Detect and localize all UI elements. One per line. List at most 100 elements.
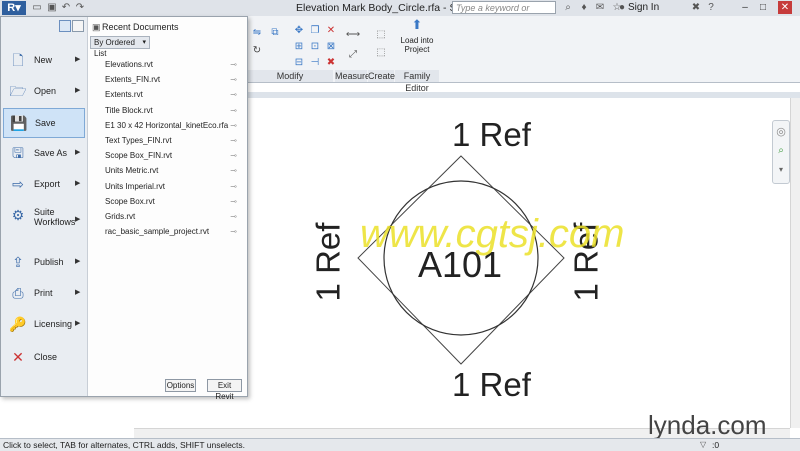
recent-document-item[interactable]: Grids.rvt ⊸	[105, 209, 241, 224]
pin-icon[interactable]: ⊸	[230, 224, 237, 239]
help-icon[interactable]: ?	[705, 2, 717, 13]
window-title: Elevation Mark Body_Circle.rfa - She...	[296, 2, 477, 14]
load-into-project-icon[interactable]: ⬆	[409, 18, 425, 34]
recent-document-item[interactable]: Scope Box_FIN.rvt ⊸	[105, 148, 241, 163]
create-group-icon[interactable]: ⬚	[374, 30, 388, 40]
binoculars-icon[interactable]: ⌕	[562, 2, 574, 13]
options-button[interactable]: Options	[165, 379, 196, 392]
exit-revit-button[interactable]: Exit Revit	[207, 379, 242, 401]
mirror-icon[interactable]: ⊠	[325, 42, 337, 52]
filter-icon[interactable]: ▽	[700, 439, 706, 451]
pin-icon[interactable]: ✖	[325, 58, 337, 68]
redo-icon[interactable]: ↷	[74, 2, 86, 13]
pin-icon[interactable]: ⊸	[230, 72, 237, 87]
pin-icon[interactable]: ⊸	[230, 179, 237, 194]
pin-icon[interactable]: ⊸	[230, 103, 237, 118]
recent-documents-icon[interactable]	[59, 20, 71, 32]
zoom-icon[interactable]: ⌕	[774, 145, 788, 156]
chevron-down-icon: ▾	[142, 39, 146, 46]
array-icon[interactable]: ⊞	[293, 42, 305, 52]
offset-icon[interactable]: ⧉	[269, 28, 281, 38]
revit-app-button[interactable]: R▾	[2, 1, 26, 15]
status-text: Click to select, TAB for alternates, CTR…	[3, 440, 246, 450]
split-icon[interactable]: ⊣	[309, 58, 321, 68]
pin-icon[interactable]: ⊸	[230, 209, 237, 224]
menu-item-publish[interactable]: ⇪ Publish ▶	[3, 248, 85, 278]
recent-document-name: E1 30 x 42 Horizontal_kinetEco.rfa	[105, 120, 229, 130]
recent-document-name: rac_basic_sample_project.rvt	[105, 227, 210, 237]
move-icon[interactable]: ✥	[293, 26, 305, 36]
sign-in-link[interactable]: Sign In	[628, 2, 659, 13]
recent-document-item[interactable]: Extents.rvt ⊸	[105, 87, 241, 102]
load-into-project-button[interactable]: Load into Project	[397, 36, 437, 54]
menu-item-label: Save As	[34, 148, 68, 158]
recent-documents-title: Recent Documents	[102, 22, 179, 32]
menu-item-new[interactable]: 🗋 New ▶	[3, 46, 85, 76]
pin-icon[interactable]: ⊸	[230, 57, 237, 72]
rotate-icon[interactable]: ↻	[251, 46, 263, 56]
recent-document-item[interactable]: E1 30 x 42 Horizontal_kinetEco.rfa ⊸	[105, 118, 241, 133]
copy-icon[interactable]: ❐	[309, 26, 321, 36]
workflow-icon: ⚙	[11, 207, 25, 223]
recent-document-item[interactable]: Elevations.rvt ⊸	[105, 57, 241, 72]
chevron-right-icon: ▶	[75, 180, 81, 187]
recent-document-item[interactable]: Extents_FIN.rvt ⊸	[105, 72, 241, 87]
pin-icon[interactable]: ⊸	[230, 194, 237, 209]
recent-document-name: Scope Box_FIN.rvt	[105, 151, 173, 161]
create-similar-icon[interactable]: ⬚	[374, 48, 388, 58]
menu-item-print[interactable]: ⎙ Print ▶	[3, 279, 85, 309]
measure-icon[interactable]: ⟷	[343, 30, 363, 40]
pin-icon[interactable]: ⊸	[230, 148, 237, 163]
save-as-icon: 🖫	[12, 145, 24, 161]
subscription-icon[interactable]: ♦	[578, 2, 590, 13]
open-icon[interactable]: ▭	[31, 2, 43, 13]
save-icon: 💾	[10, 115, 28, 131]
search-input[interactable]: Type a keyword or phrase	[452, 1, 556, 26]
minimize-button[interactable]: –	[738, 1, 752, 14]
recent-document-name: Text Types_FIN.rvt	[105, 135, 172, 145]
close-window-button[interactable]: ✕	[778, 1, 792, 14]
ref-label-top: 1 Ref	[452, 116, 531, 153]
trim-icon[interactable]: ⊟	[293, 58, 305, 68]
pin-icon[interactable]: ⊸	[230, 133, 237, 148]
recent-document-item[interactable]: Units Imperial.rvt ⊸	[105, 179, 241, 194]
menu-item-label: Licensing	[34, 319, 73, 329]
communication-icon[interactable]: ✉	[594, 2, 606, 13]
dimension-icon[interactable]: ⤢	[343, 50, 363, 60]
delete-icon[interactable]: ✕	[325, 26, 337, 36]
undo-icon[interactable]: ↶	[60, 2, 72, 13]
export-icon: ⇨	[12, 176, 24, 192]
scale-icon[interactable]: ⊡	[309, 42, 321, 52]
steering-wheel-icon[interactable]: ◎	[774, 125, 788, 138]
vertical-scrollbar[interactable]	[790, 98, 800, 428]
menu-item-label: Open	[34, 86, 57, 96]
chevron-right-icon: ▶	[75, 289, 81, 296]
open-documents-icon[interactable]	[72, 20, 84, 32]
pin-icon[interactable]: ⊸	[230, 87, 237, 102]
menu-item-save-as[interactable]: 🖫 Save As ▶	[3, 139, 85, 169]
menu-item-save[interactable]: 💾 Save	[3, 108, 85, 138]
align-icon[interactable]: ⇋	[251, 28, 263, 38]
save-icon[interactable]: ▣	[46, 2, 58, 13]
menu-item-open[interactable]: 🗁 Open ▶	[3, 77, 85, 107]
recent-document-item[interactable]: Title Block.rvt ⊸	[105, 103, 241, 118]
menu-item-export[interactable]: ⇨ Export ▶	[3, 170, 85, 200]
chevron-right-icon: ▶	[75, 258, 81, 265]
recent-document-item[interactable]: Scope Box.rvt ⊸	[105, 194, 241, 209]
pin-icon[interactable]: ⊸	[230, 163, 237, 178]
menu-item-licensing[interactable]: 🔑 Licensing ▶	[3, 310, 85, 340]
chevron-right-icon: ▶	[75, 149, 81, 156]
exchange-icon[interactable]: ✖	[690, 2, 702, 13]
chevron-right-icon: ▶	[75, 56, 81, 63]
chevron-down-icon[interactable]: ▾	[774, 165, 788, 174]
pin-icon[interactable]: ⊸	[230, 118, 237, 133]
recent-document-name: Grids.rvt	[105, 211, 136, 221]
recent-document-item[interactable]: Units Metric.rvt ⊸	[105, 163, 241, 178]
menu-item-suite-workflows[interactable]: ⚙ Suite Workflows ▶	[3, 201, 85, 241]
recent-document-item[interactable]: Text Types_FIN.rvt ⊸	[105, 133, 241, 148]
menu-item-close[interactable]: ✕ Close	[3, 343, 85, 373]
recent-document-item[interactable]: rac_basic_sample_project.rvt ⊸	[105, 224, 241, 239]
order-dropdown[interactable]: By Ordered List ▾	[90, 36, 150, 58]
chevron-right-icon: ▶	[75, 87, 81, 94]
maximize-button[interactable]: □	[756, 1, 770, 14]
